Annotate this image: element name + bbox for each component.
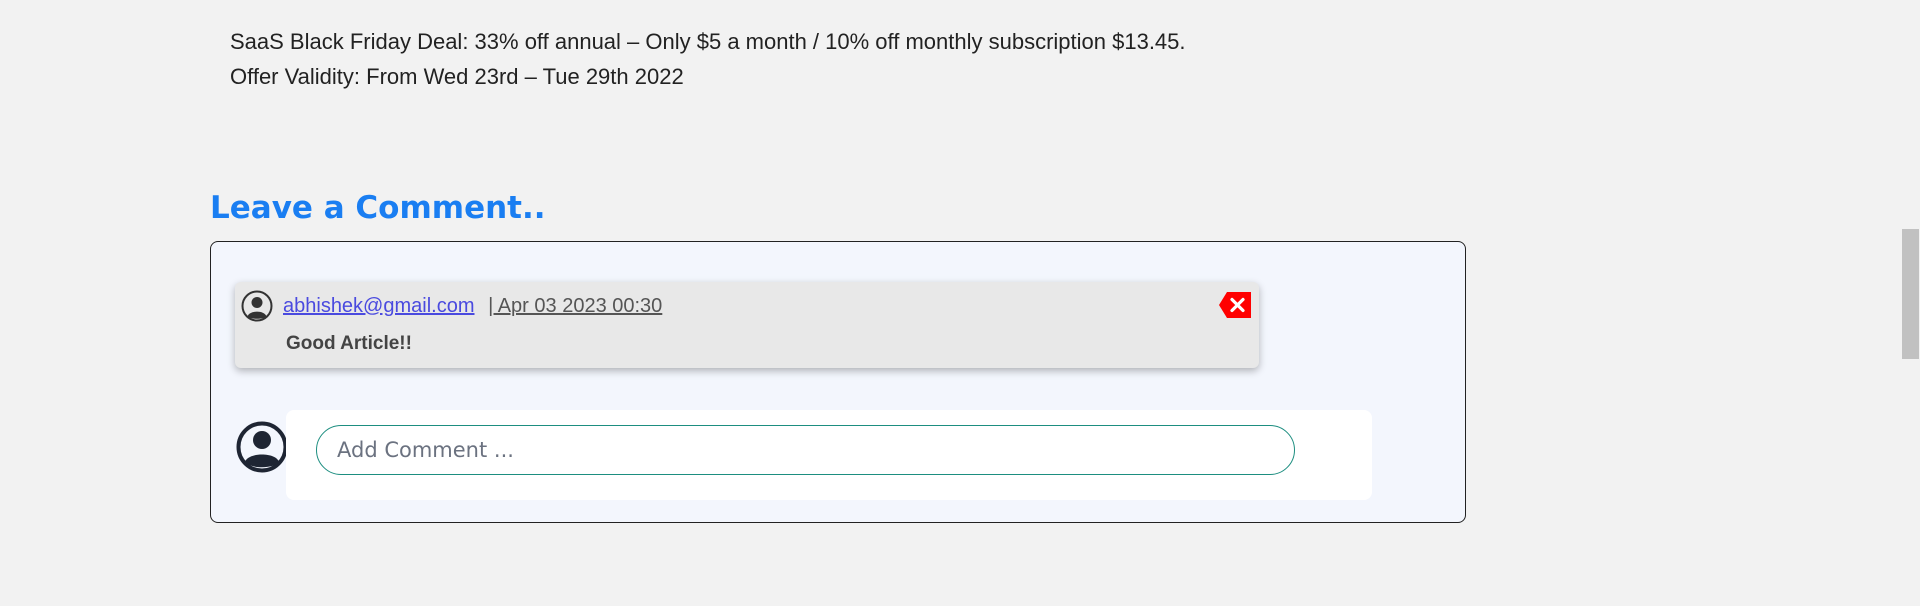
comment-text: Good Article!! bbox=[286, 333, 412, 354]
offer-validity-line: Offer Validity: From Wed 23rd – Tue 29th… bbox=[230, 64, 684, 89]
comment-input-panel bbox=[286, 410, 1372, 500]
scrollbar-thumb[interactable] bbox=[1902, 229, 1919, 359]
comment-card: abhishek@gmail.com | Apr 03 2023 00:30 G… bbox=[235, 282, 1259, 368]
comment-date: | Apr 03 2023 00:30 bbox=[488, 295, 663, 317]
user-avatar-icon bbox=[236, 421, 288, 473]
deal-text: SaaS Black Friday Deal: 33% off annual –… bbox=[230, 24, 1186, 94]
comment-box: abhishek@gmail.com | Apr 03 2023 00:30 G… bbox=[210, 241, 1466, 523]
deal-line: SaaS Black Friday Deal: 33% off annual –… bbox=[230, 29, 1186, 54]
user-avatar-icon bbox=[241, 290, 273, 322]
comment-author-email[interactable]: abhishek@gmail.com bbox=[283, 295, 475, 317]
delete-icon[interactable] bbox=[1218, 291, 1252, 319]
comment-meta: abhishek@gmail.com | Apr 03 2023 00:30 bbox=[283, 295, 662, 318]
add-comment-input[interactable] bbox=[316, 425, 1295, 475]
page: SaaS Black Friday Deal: 33% off annual –… bbox=[0, 0, 1920, 606]
comment-section-title: Leave a Comment.. bbox=[210, 190, 546, 226]
